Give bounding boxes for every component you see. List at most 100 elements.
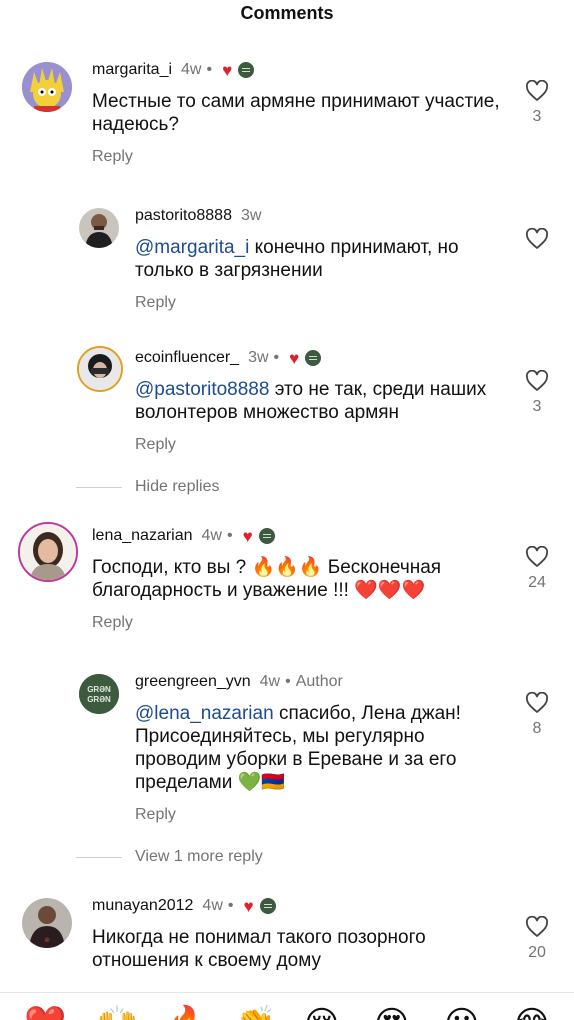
reply-button[interactable]: Reply xyxy=(92,613,512,633)
avatar-image xyxy=(79,348,121,390)
username[interactable]: ecoinfluencer_ xyxy=(135,348,239,368)
avatar[interactable] xyxy=(77,346,123,392)
author-badge: Author xyxy=(295,673,343,690)
like-count: 20 xyxy=(528,944,546,961)
username[interactable]: lena_nazarian xyxy=(92,526,193,546)
heart-outline-icon xyxy=(525,692,549,713)
thread-line xyxy=(76,486,122,488)
username[interactable]: margarita_i xyxy=(92,60,172,80)
comment-meta: lena_nazarian 4w • ♥ xyxy=(92,526,512,546)
page-title: Comments xyxy=(240,3,334,23)
greengreen-logo-icon xyxy=(259,898,276,914)
reaction-heart-button[interactable]: ❤️ xyxy=(24,1007,66,1020)
username[interactable]: greengreen_yvn xyxy=(135,672,251,692)
separator-dot: • xyxy=(226,527,233,544)
reaction-raised-hands-button[interactable]: 🙌 xyxy=(96,1007,138,1020)
heart-filled-icon: ♥ xyxy=(289,348,300,368)
comment-text: @pastorito8888 это не так, среди наших в… xyxy=(135,378,515,424)
comment-pastorito: pastorito8888 3w @margarita_i конечно пр… xyxy=(0,206,574,316)
thread-line xyxy=(76,856,122,858)
avatar[interactable]: GRƏN GRƏN xyxy=(79,674,119,714)
username[interactable]: munayan2012 xyxy=(92,896,193,916)
avatar[interactable] xyxy=(18,522,78,582)
comment-text: Господи, кто вы ? 🔥🔥🔥 Бесконечная благод… xyxy=(92,557,442,601)
like-count: 3 xyxy=(532,108,542,125)
timestamp: 4w xyxy=(181,61,202,78)
username[interactable]: pastorito8888 xyxy=(135,206,232,226)
avatar[interactable]: ⊗ xyxy=(22,898,72,948)
like-button[interactable]: 20 xyxy=(522,916,552,962)
avatar-image xyxy=(79,208,119,248)
comment-meta: munayan2012 4w • ♥ xyxy=(92,896,512,916)
reaction-cry-button[interactable]: 😢 xyxy=(304,1007,339,1020)
separator-dot: • xyxy=(273,349,280,366)
reaction-fire-button[interactable]: 🔥 xyxy=(166,1007,208,1020)
hide-replies-link[interactable]: Hide replies xyxy=(76,478,219,496)
comment-text: Местные то сами армяне принимают участие… xyxy=(92,91,500,135)
greengreen-logo-icon xyxy=(258,528,275,544)
like-button[interactable]: 24 xyxy=(522,546,552,592)
hide-replies-label: Hide replies xyxy=(135,478,220,495)
separator-dot: • xyxy=(227,897,234,914)
reaction-surprised-button[interactable]: 😮 xyxy=(444,1007,479,1020)
timestamp: 3w xyxy=(248,349,269,366)
like-button[interactable] xyxy=(522,228,552,250)
separator-dot: • xyxy=(285,673,291,690)
timestamp: 4w xyxy=(202,897,223,914)
comment-meta: greengreen_yvn 4w • Author xyxy=(135,672,515,692)
heart-outline-icon xyxy=(525,916,549,937)
reply-button[interactable]: Reply xyxy=(92,147,512,167)
quick-reaction-bar: ❤️ 🙌 🔥 👏 😢 😍 😮 😂 xyxy=(0,992,574,1020)
like-button[interactable]: 3 xyxy=(522,370,552,416)
separator-dot: • xyxy=(206,61,213,78)
like-button[interactable]: 3 xyxy=(522,80,552,126)
comment-meta: margarita_i 4w • ♥ xyxy=(92,60,512,80)
timestamp: 3w xyxy=(240,207,262,224)
avatar-image xyxy=(22,62,72,112)
comment-text: Никогда не понимал такого позорного отно… xyxy=(92,927,426,971)
timestamp: 4w xyxy=(259,673,281,690)
comment-text: @lena_nazarian спасибо, Лена джан! Присо… xyxy=(135,702,515,794)
reply-button[interactable]: Reply xyxy=(135,293,515,313)
comment-lena: lena_nazarian 4w • ♥ Господи, кто вы ? 🔥… xyxy=(0,522,574,646)
comment-meta: ecoinfluencer_ 3w • ♥ xyxy=(135,348,515,368)
avatar[interactable] xyxy=(79,208,119,248)
svg-text:⊗: ⊗ xyxy=(44,937,50,944)
view-more-replies-link[interactable]: View 1 more reply xyxy=(76,848,263,866)
like-count: 8 xyxy=(532,720,542,737)
heart-outline-icon xyxy=(525,228,549,249)
heart-outline-icon xyxy=(525,370,549,391)
heart-outline-icon xyxy=(525,546,549,567)
comment-meta: pastorito8888 3w xyxy=(135,206,515,226)
greengreen-logo-icon xyxy=(305,350,322,366)
avatar-image xyxy=(20,524,76,580)
heart-filled-icon: ♥ xyxy=(243,896,254,916)
view-more-replies-label: View 1 more reply xyxy=(135,848,263,865)
heart-filled-icon: ♥ xyxy=(222,60,233,80)
reply-button[interactable]: Reply xyxy=(135,805,515,825)
comments-header: Comments xyxy=(0,0,574,30)
mention-link[interactable]: @lena_nazarian xyxy=(135,703,274,724)
like-button[interactable]: 8 xyxy=(522,692,552,738)
mention-link[interactable]: @margarita_i xyxy=(135,237,249,258)
reply-button[interactable]: Reply xyxy=(135,435,515,455)
comment-margarita: margarita_i 4w • ♥ Местные то сами армян… xyxy=(0,60,574,180)
comment-ecoinfluencer: ecoinfluencer_ 3w • ♥ @pastorito8888 это… xyxy=(0,346,574,468)
comment-text: @margarita_i конечно принимают, но тольк… xyxy=(135,236,515,282)
svg-text:GRƏN: GRƏN xyxy=(87,695,111,704)
heart-outline-icon xyxy=(525,80,549,101)
like-count: 3 xyxy=(532,398,542,415)
avatar[interactable] xyxy=(22,62,72,112)
like-count: 24 xyxy=(528,574,546,591)
reaction-clap-button[interactable]: 👏 xyxy=(234,1007,276,1020)
svg-text:GRƏN: GRƏN xyxy=(87,685,111,694)
greengreen-logo-icon: GRƏN GRƏN xyxy=(79,674,119,714)
comment-munayan: ⊗ munayan2012 4w • ♥ Никогда не понимал … xyxy=(0,896,574,992)
heart-filled-icon: ♥ xyxy=(242,526,253,546)
timestamp: 4w xyxy=(201,527,222,544)
comment-greengreen: GRƏN GRƏN greengreen_yvn 4w • Author @le… xyxy=(0,672,574,832)
mention-link[interactable]: @pastorito8888 xyxy=(135,379,269,400)
reaction-laugh-button[interactable]: 😂 xyxy=(512,1007,552,1020)
avatar-image: ⊗ xyxy=(22,898,72,948)
reaction-heart-eyes-button[interactable]: 😍 xyxy=(374,1007,409,1020)
